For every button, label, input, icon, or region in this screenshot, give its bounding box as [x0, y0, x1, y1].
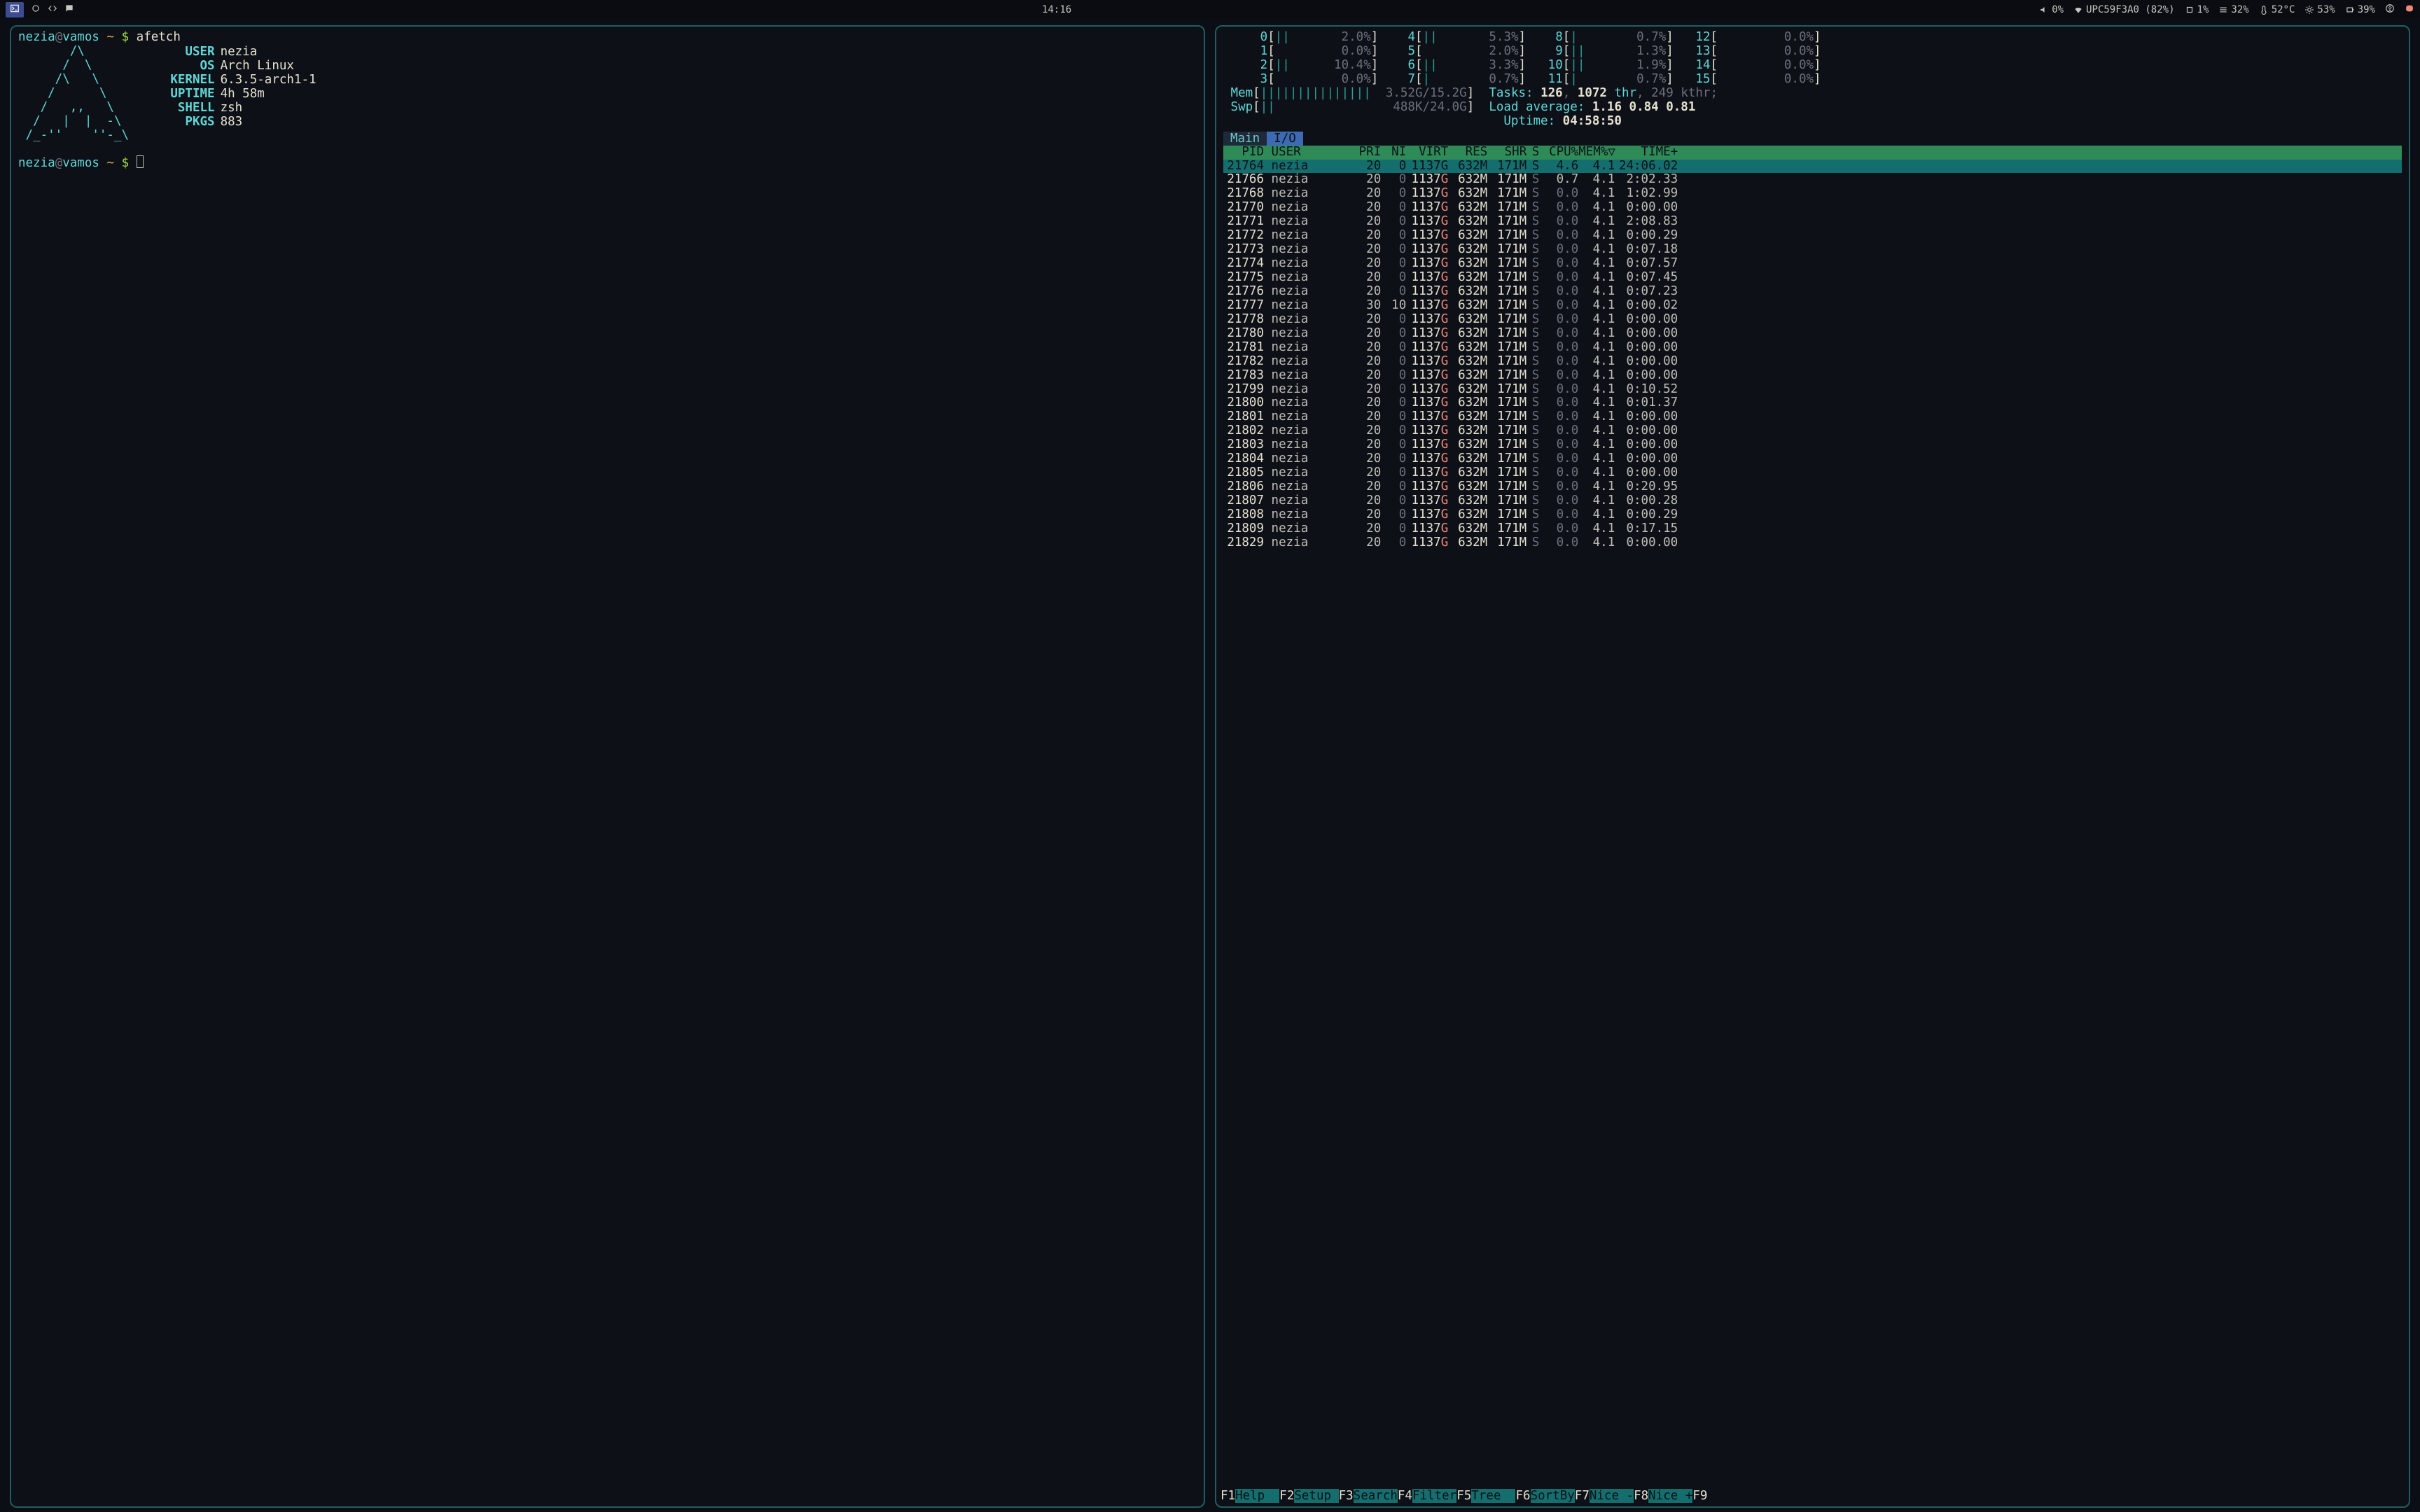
shell-prompt-idle[interactable]: nezia@vamos ~ $ [18, 155, 1197, 171]
fkey[interactable]: F6 [1515, 1489, 1530, 1503]
memory-indicator[interactable]: 32% [2218, 4, 2248, 15]
process-row[interactable]: 21809 nezia 2001137G632M171MS0.04.10:17.… [1223, 522, 2402, 536]
accessibility-icon[interactable] [2385, 4, 2395, 16]
process-row[interactable]: 21801 nezia 2001137G632M171MS0.04.10:00.… [1223, 410, 2402, 424]
process-row[interactable]: 21773 nezia 2001137G632M171MS0.04.10:07.… [1223, 243, 2402, 257]
process-row[interactable]: 21776 nezia 2001137G632M171MS0.04.10:07.… [1223, 285, 2402, 299]
process-row[interactable]: 21777 nezia 30101137G632M171MS0.04.10:00… [1223, 299, 2402, 313]
process-row[interactable]: 21806 nezia 2001137G632M171MS0.04.10:20.… [1223, 480, 2402, 494]
cursor-icon [137, 155, 144, 168]
htop-meters: 0[|| 2.0%] 4[|| 5.3%] 8[| 0.7%] 12[ 0.0%… [1223, 31, 2402, 129]
process-row[interactable]: 21768 nezia 2001137G632M171MS0.04.11:02.… [1223, 187, 2402, 201]
process-row[interactable]: 21766 nezia 2001137G632M171MS0.74.12:02.… [1223, 173, 2402, 187]
process-row[interactable]: 21807 nezia 2001137G632M171MS0.04.10:00.… [1223, 494, 2402, 508]
process-table-header[interactable]: PID USER PRINIVIRTRESSHRSCPU%MEM%▽TIME+ [1223, 146, 2402, 160]
temperature-indicator[interactable]: 52°C [2259, 4, 2295, 15]
process-row[interactable]: 21770 nezia 2001137G632M171MS0.04.10:00.… [1223, 201, 2402, 215]
cpu-indicator[interactable]: 1% [2185, 4, 2209, 15]
process-row[interactable]: 21805 nezia 2001137G632M171MS0.04.10:00.… [1223, 466, 2402, 480]
process-row[interactable]: 21780 nezia 2001137G632M171MS0.04.10:00.… [1223, 327, 2402, 341]
battery-indicator[interactable]: 39% [2345, 4, 2375, 15]
tab-main[interactable]: Main [1223, 132, 1267, 146]
volume-indicator[interactable]: 0% [2039, 4, 2064, 15]
afetch-key: USER [137, 45, 221, 59]
command-text: afetch [137, 30, 181, 44]
fkey[interactable]: F1 [1221, 1489, 1235, 1503]
fkey[interactable]: F8 [1634, 1489, 1648, 1503]
process-row[interactable]: 21803 nezia 2001137G632M171MS0.04.10:00.… [1223, 438, 2402, 452]
afetch-val: zsh [221, 101, 243, 115]
afetch-val: Arch Linux [221, 59, 294, 73]
process-row[interactable]: 21778 nezia 2001137G632M171MS0.04.10:00.… [1223, 313, 2402, 327]
fkey[interactable]: F4 [1398, 1489, 1412, 1503]
fkey[interactable]: F5 [1456, 1489, 1471, 1503]
process-row[interactable]: 21764 nezia 2001137G632M171MS4.64.124:06… [1223, 160, 2402, 174]
process-row[interactable]: 21772 nezia 2001137G632M171MS0.04.10:00.… [1223, 229, 2402, 243]
fkey[interactable]: F7 [1575, 1489, 1590, 1503]
process-table-body[interactable]: 21764 nezia 2001137G632M171MS4.64.124:06… [1223, 160, 2402, 550]
shell-prompt-line: nezia@vamos ~ $ afetch [18, 31, 1197, 45]
process-row[interactable]: 21802 nezia 2001137G632M171MS0.04.10:00.… [1223, 424, 2402, 438]
process-row[interactable]: 21781 nezia 2001137G632M171MS0.04.10:00.… [1223, 341, 2402, 355]
afetch-key: PKGS [137, 115, 221, 129]
process-row[interactable]: 21808 nezia 2001137G632M171MS0.04.10:00.… [1223, 508, 2402, 522]
htop-function-keys[interactable]: F1Help F2Setup F3SearchF4FilterF5Tree F6… [1221, 1490, 2405, 1504]
workspace-chat-icon[interactable] [64, 4, 74, 16]
status-bar: 14:16 0% UPC59F3A0 (82%) 1% 32% 52°C 53% [0, 0, 2420, 19]
process-row[interactable]: 21774 nezia 2001137G632M171MS0.04.10:07.… [1223, 257, 2402, 271]
ascii-logo: /\ / \ /\ \ / \ / ,, \ / | | -\ /_-'' ''… [18, 45, 137, 143]
process-row[interactable]: 21800 nezia 2001137G632M171MS0.04.10:01.… [1223, 396, 2402, 410]
afetch-val: nezia [221, 45, 258, 59]
process-row[interactable]: 21829 nezia 2001137G632M171MS0.04.10:00.… [1223, 536, 2402, 550]
process-row[interactable]: 21804 nezia 2001137G632M171MS0.04.10:00.… [1223, 452, 2402, 466]
brightness-indicator[interactable]: 53% [2304, 4, 2335, 15]
process-row[interactable]: 21783 nezia 2001137G632M171MS0.04.10:00.… [1223, 369, 2402, 383]
discord-icon[interactable] [2405, 4, 2414, 16]
afetch-info: USERneziaOSArch LinuxKERNEL6.3.5-arch1-1… [137, 45, 317, 143]
afetch-key: SHELL [137, 101, 221, 115]
process-row[interactable]: 21771 nezia 2001137G632M171MS0.04.12:08.… [1223, 215, 2402, 229]
fkey[interactable]: F3 [1339, 1489, 1354, 1503]
tab-io[interactable]: I/O [1267, 132, 1303, 146]
process-row[interactable]: 21775 nezia 2001137G632M171MS0.04.10:07.… [1223, 271, 2402, 285]
process-row[interactable]: 21782 nezia 2001137G632M171MS0.04.10:00.… [1223, 355, 2402, 369]
afetch-key: OS [137, 59, 221, 73]
afetch-key: KERNEL [137, 73, 221, 87]
wifi-indicator[interactable]: UPC59F3A0 (82%) [2073, 4, 2174, 15]
workspace-circle-icon[interactable] [31, 4, 41, 16]
workspace-code-icon[interactable] [48, 4, 57, 16]
fkey[interactable]: F2 [1279, 1489, 1294, 1503]
afetch-key: UPTIME [137, 87, 221, 101]
terminal-pane-right[interactable]: 0[|| 2.0%] 4[|| 5.3%] 8[| 0.7%] 12[ 0.0%… [1215, 25, 2410, 1508]
afetch-output: /\ / \ /\ \ / \ / ,, \ / | | -\ /_-'' ''… [18, 45, 1197, 143]
terminal-pane-left[interactable]: nezia@vamos ~ $ afetch /\ / \ /\ \ / \ /… [10, 25, 1205, 1508]
afetch-val: 6.3.5-arch1-1 [221, 73, 317, 87]
afetch-val: 4h 58m [221, 87, 265, 101]
afetch-val: 883 [221, 115, 243, 129]
htop-tabs: MainI/O [1223, 132, 2402, 146]
clock: 14:16 [74, 4, 2039, 15]
fkey[interactable]: F9 [1692, 1489, 1707, 1503]
process-row[interactable]: 21799 nezia 2001137G632M171MS0.04.10:10.… [1223, 383, 2402, 397]
workspace-terminal-icon[interactable] [6, 2, 24, 18]
